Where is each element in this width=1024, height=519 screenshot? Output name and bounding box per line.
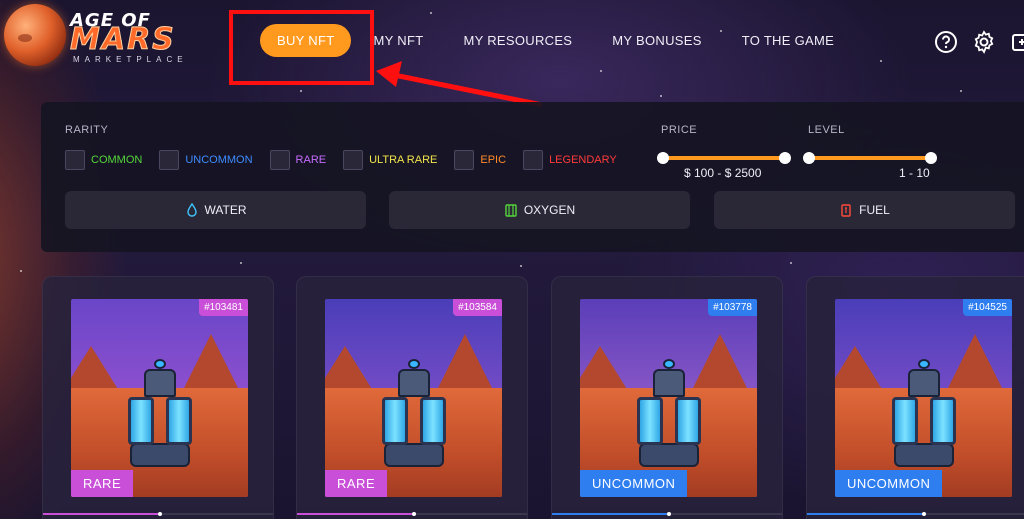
gear-icon[interactable] (972, 30, 996, 54)
rarity-uncommon-checkbox[interactable]: UNCOMMON (159, 150, 253, 170)
nft-rarity-badge: UNCOMMON (580, 470, 688, 497)
oxygen-filter-button[interactable]: OXYGEN (389, 191, 690, 229)
oxygen-tank-icon (505, 204, 517, 217)
header-icons (920, 30, 1024, 54)
wallet-icon[interactable] (1010, 30, 1024, 54)
nft-card[interactable]: #104525 UNCOMMON (806, 276, 1024, 519)
fuel-filter-label: FUEL (859, 203, 890, 217)
help-icon[interactable] (934, 30, 958, 54)
card-progress-track (552, 512, 782, 516)
nft-card[interactable]: #103778 UNCOMMON (551, 276, 783, 519)
nft-id-badge: #103481 (199, 299, 248, 316)
rarity-rare-label: RARE (295, 154, 327, 166)
rarity-uncommon-label: UNCOMMON (185, 154, 253, 166)
card-progress-track (43, 512, 273, 516)
nav-to-the-game[interactable]: TO THE GAME (742, 33, 834, 48)
checkbox-box[interactable] (269, 150, 290, 170)
rarity-common-label: COMMON (91, 154, 143, 166)
rarity-common-checkbox[interactable]: COMMON (65, 150, 142, 170)
checkbox-box[interactable] (343, 150, 364, 170)
rarity-label: RARITY (65, 124, 109, 136)
nft-id-badge: #103778 (708, 299, 757, 316)
oxygen-filter-label: OXYGEN (523, 203, 576, 217)
price-label: PRICE (661, 124, 698, 136)
rarity-epic-checkbox[interactable]: EPIC (454, 150, 506, 170)
nav-my-nft[interactable]: MY NFT (373, 33, 423, 48)
logo-subtitle: MARKETPLACE (73, 55, 188, 64)
rarity-checkboxes: COMMON UNCOMMON RARE ULTRA RARE EPIC LEG… (65, 150, 634, 170)
level-slider[interactable] (803, 152, 937, 164)
mountain (835, 346, 885, 395)
checkbox-box[interactable] (523, 150, 544, 170)
water-filter-label: WATER (204, 203, 247, 217)
water-drop-icon (186, 203, 197, 217)
level-range-value: 1 - 10 (899, 166, 930, 180)
highlight-box (229, 10, 374, 85)
nft-image[interactable]: #104525 UNCOMMON (835, 299, 1012, 497)
rarity-epic-label: EPIC (480, 154, 507, 166)
level-label: LEVEL (808, 124, 845, 136)
mountain (71, 346, 121, 395)
nft-rarity-badge: UNCOMMON (835, 470, 943, 497)
checkbox-box[interactable] (65, 150, 85, 170)
resource-machine-icon (120, 357, 200, 467)
fuel-filter-button[interactable]: FUEL (714, 191, 1015, 229)
nft-image[interactable]: #103481 RARE (71, 299, 248, 497)
nft-rarity-badge: RARE (71, 470, 134, 497)
nft-id-badge: #103584 (453, 299, 502, 316)
card-progress-track (807, 512, 1024, 516)
logo-mars-word: MARS (70, 22, 176, 58)
rarity-ultra-rare-label: ULTRA RARE (369, 154, 438, 166)
rarity-legendary-checkbox[interactable]: LEGENDARY (523, 150, 617, 170)
water-filter-button[interactable]: WATER (65, 191, 366, 229)
fuel-can-icon (841, 204, 851, 217)
resource-machine-icon (884, 357, 964, 467)
price-range-value: $ 100 - $ 2500 (684, 166, 762, 180)
age-of-mars-logo[interactable]: AGE OF MARS MARKETPLACE (4, 2, 219, 66)
nft-card[interactable]: #103481 RARE (42, 276, 274, 519)
mountain (580, 346, 630, 395)
resource-machine-icon (374, 357, 454, 467)
nft-image[interactable]: #103584 RARE (325, 299, 502, 497)
nav-my-resources[interactable]: MY RESOURCES (463, 33, 572, 48)
rarity-ultra-rare-checkbox[interactable]: ULTRA RARE (343, 150, 437, 170)
price-max-handle[interactable] (779, 152, 791, 164)
nft-rarity-badge: RARE (325, 470, 388, 497)
rarity-rare-checkbox[interactable]: RARE (269, 150, 327, 170)
level-min-handle[interactable] (803, 152, 815, 164)
level-max-handle[interactable] (925, 152, 937, 164)
nav-my-bonuses[interactable]: MY BONUSES (612, 33, 701, 48)
mars-planet-icon (4, 4, 66, 66)
resource-machine-icon (629, 357, 709, 467)
nft-image[interactable]: #103778 UNCOMMON (580, 299, 757, 497)
mountain (325, 346, 375, 395)
checkbox-box[interactable] (159, 150, 180, 170)
card-progress-track (297, 512, 527, 516)
price-slider[interactable] (657, 152, 791, 164)
checkbox-box[interactable] (454, 150, 475, 170)
rarity-legendary-label: LEGENDARY (549, 154, 617, 166)
filter-panel: RARITY COMMON UNCOMMON RARE ULTRA RARE E… (41, 102, 1024, 252)
nft-card[interactable]: #103584 RARE (296, 276, 528, 519)
nft-id-badge: #104525 (963, 299, 1012, 316)
price-min-handle[interactable] (657, 152, 669, 164)
